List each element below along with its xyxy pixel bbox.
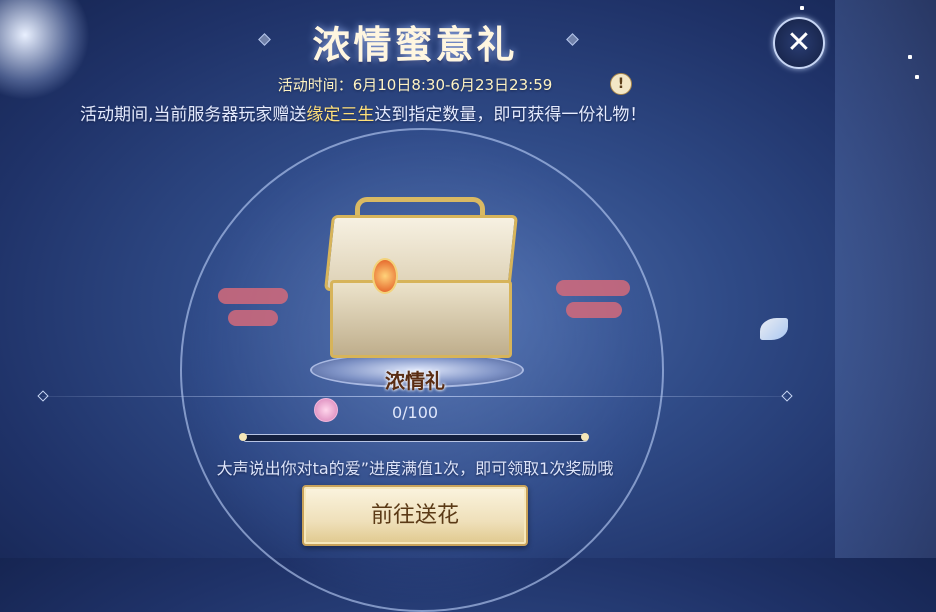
close-button[interactable]: ✕: [773, 17, 825, 69]
cloud-decoration: [228, 310, 278, 326]
chest-gem: [372, 258, 398, 294]
divider-ornament: [37, 390, 49, 402]
panel-edge-decoration: [835, 0, 936, 558]
chest-body: [330, 280, 512, 358]
description-suffix: 达到指定数量，即可获得一份礼物！: [374, 105, 647, 125]
page-title: 浓情蜜意礼: [312, 22, 518, 67]
feather-decoration: [760, 318, 788, 340]
star-decoration: [915, 75, 919, 79]
star-decoration: [908, 55, 912, 59]
send-flowers-button[interactable]: 前往送花: [302, 485, 528, 546]
cloud-decoration: [218, 288, 288, 304]
progress-cap-right: [581, 433, 589, 441]
progress-cap-left: [239, 433, 247, 441]
cloud-decoration: [556, 280, 630, 296]
gift-event-panel: 浓情蜜意礼 活动时间：6月10日8:30-6月23日23:59 ! 活动期间,当…: [0, 0, 936, 612]
event-description: 活动期间,当前服务器玩家赠送缘定三生达到指定数量，即可获得一份礼物！: [80, 100, 646, 125]
progress-bar: [243, 434, 588, 442]
divider-ornament: [781, 390, 793, 402]
progress-count: 0/100: [391, 403, 439, 422]
activity-time: 活动时间：6月10日8:30-6月23日23:59: [277, 76, 553, 94]
send-flowers-label: 前往送花: [370, 503, 459, 528]
cloud-decoration: [566, 302, 622, 318]
flower-icon: [314, 398, 338, 422]
progress-hint: 大声说出你对ta的爱”进度满值1次，即可领取1次奖励哦: [216, 459, 614, 478]
star-decoration: [800, 6, 804, 10]
reward-name: 浓情礼: [385, 369, 445, 393]
description-prefix: 活动期间,当前服务器玩家赠送: [80, 105, 307, 125]
section-divider: [42, 396, 787, 397]
info-icon[interactable]: !: [610, 73, 632, 95]
description-highlight: 缘定三生: [306, 105, 375, 125]
close-icon: ✕: [786, 25, 812, 60]
